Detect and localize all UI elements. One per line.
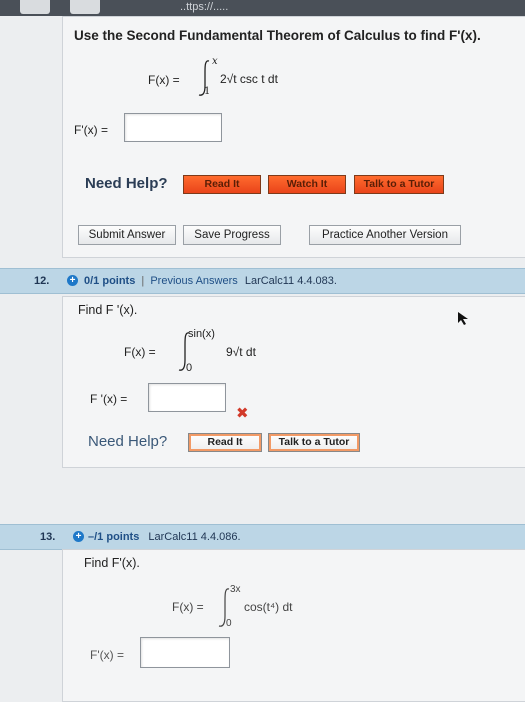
practice-another-version-button[interactable]: Practice Another Version [309, 225, 461, 245]
question-12-points: 0/1 points [84, 275, 136, 287]
q12-fx-label: F(x) = [124, 345, 156, 359]
q12-upper-limit: sin(x) [188, 328, 215, 340]
question-13-number: 13. [40, 531, 56, 543]
q13-integrand: cos(t⁴) dt [244, 600, 293, 614]
question-13-meta: –/1 points LarCalc11 4.4.086. [88, 531, 241, 543]
plus-circle-icon[interactable]: + [73, 531, 84, 542]
plus-circle-icon[interactable]: + [67, 275, 78, 286]
q11-need-help-label: Need Help? [85, 175, 168, 192]
question-13-find: Find F'(x). [84, 556, 140, 570]
q13-lower-limit: 0 [226, 618, 232, 629]
question-11-prompt: Use the Second Fundamental Theorem of Ca… [74, 28, 481, 43]
question-12-header: 12. + 0/1 points | Previous Answers LarC… [0, 268, 525, 294]
q11-lower-limit: 1 [204, 86, 211, 97]
q11-answer-input[interactable] [124, 113, 222, 142]
browser-url[interactable]: ..ttps://..... [180, 0, 300, 14]
question-12-code: LarCalc11 4.4.083. [244, 275, 337, 287]
q13-upper-limit: 3x [230, 584, 241, 595]
q12-need-help-label: Need Help? [88, 433, 168, 450]
submit-answer-button[interactable]: Submit Answer [78, 225, 176, 245]
question-12-find: Find F '(x). [78, 303, 138, 317]
q11-read-it-button[interactable]: Read It [183, 175, 261, 194]
x-mark-icon: ✖ [236, 405, 249, 422]
question-13-points: –/1 points [88, 531, 140, 543]
q12-answer-label: F '(x) = [90, 392, 128, 406]
q12-read-it-button[interactable]: Read It [188, 433, 262, 452]
q12-integrand: 9√t dt [226, 345, 256, 359]
save-progress-button[interactable]: Save Progress [183, 225, 281, 245]
question-13-panel [62, 549, 525, 702]
browser-toolbar: ..ttps://..... [0, 0, 525, 16]
meta-separator: | [141, 275, 145, 287]
browser-forward-button[interactable] [70, 0, 100, 14]
question-13-code: LarCalc11 4.4.086. [148, 531, 241, 543]
question-12-meta: 0/1 points | Previous Answers LarCalc11 … [84, 275, 337, 287]
q11-answer-label: F'(x) = [74, 123, 108, 137]
question-13-header: 13. + –/1 points LarCalc11 4.4.086. [0, 524, 525, 550]
q11-upper-limit: x [212, 56, 218, 67]
q13-answer-label: F'(x) = [90, 648, 124, 662]
q11-watch-it-button[interactable]: Watch It [268, 175, 346, 194]
q13-answer-input[interactable] [140, 637, 230, 668]
q11-talk-to-tutor-button[interactable]: Talk to a Tutor [354, 175, 444, 194]
q12-talk-to-tutor-button[interactable]: Talk to a Tutor [268, 433, 360, 452]
q12-lower-limit: 0 [186, 362, 193, 374]
question-12-number: 12. [34, 275, 50, 287]
mouse-pointer-icon [458, 312, 468, 325]
previous-answers-link[interactable]: Previous Answers [150, 275, 237, 287]
browser-back-button[interactable] [20, 0, 50, 14]
q12-answer-input[interactable] [148, 383, 226, 412]
q13-fx-label: F(x) = [172, 600, 204, 614]
q11-fx-label: F(x) = [148, 73, 180, 87]
q11-integrand: 2√t csc t dt [220, 72, 278, 86]
